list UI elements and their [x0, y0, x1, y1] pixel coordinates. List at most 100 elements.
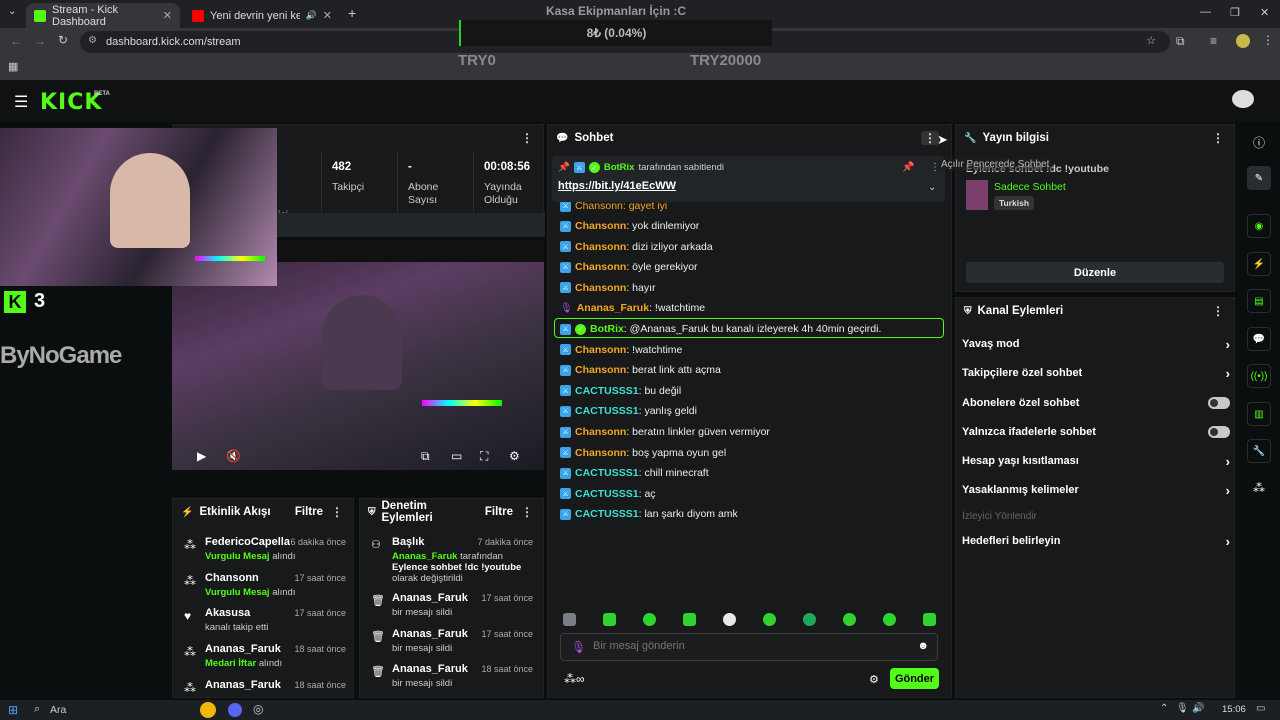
rail-bolt-icon[interactable]: ⚡: [1247, 252, 1271, 276]
chat-username[interactable]: Chansonn: [575, 364, 626, 376]
emote-icon[interactable]: [843, 613, 856, 626]
chat-username[interactable]: Chansonn: [575, 344, 626, 356]
tab-kick-dashboard[interactable]: Stream - Kick Dashboard ✕: [26, 3, 180, 28]
windows-start-icon[interactable]: ⊞: [8, 703, 18, 717]
chrome-taskbar-icon[interactable]: [200, 702, 216, 718]
chat-message[interactable]: ⚔ Chansonn: berat link attı açma: [560, 362, 721, 378]
speaker-icon[interactable]: 🔊: [306, 10, 317, 21]
chat-username[interactable]: Chansonn: [575, 426, 626, 438]
reload-icon[interactable]: ↻: [58, 33, 68, 47]
microphone-icon[interactable]: 🎙: [571, 640, 586, 654]
notification-icon[interactable]: ▭: [1256, 703, 1265, 714]
action-followers-only[interactable]: Takipçilere özel sohbet ›: [962, 364, 1230, 382]
rail-camera-icon[interactable]: ◉: [1247, 214, 1271, 238]
chat-message[interactable]: ⚔ Chansonn: boş yapma oyun gel: [560, 445, 726, 461]
chat-message[interactable]: ⚔ Chansonn: !watchtime: [560, 342, 682, 358]
chat-message[interactable]: ⚔ Chansonn: beratın linkler güven vermiyo…: [560, 424, 770, 440]
chat-input-box[interactable]: 🎙 ☻: [560, 633, 938, 661]
chat-message[interactable]: ⚔ CACTUSSS1: aç: [560, 486, 656, 502]
obs-taskbar-icon[interactable]: ◎: [253, 702, 263, 716]
chat-message[interactable]: ⚔ ✓ BotRix: @Ananas_Faruk bu kanalı izleye…: [560, 321, 881, 337]
chat-username[interactable]: Chansonn: [575, 261, 626, 273]
unpin-icon[interactable]: 📌: [902, 162, 914, 173]
emote-icon[interactable]: [923, 613, 936, 626]
video-settings-icon[interactable]: ⚙: [509, 449, 520, 463]
media-icon[interactable]: ≡: [1210, 34, 1217, 48]
chat-message-input[interactable]: [593, 640, 893, 652]
chat-username[interactable]: CACTUSSS1: [575, 508, 639, 520]
play-icon[interactable]: ▶: [197, 449, 206, 463]
close-icon[interactable]: ✕: [323, 9, 332, 22]
extensions-icon[interactable]: ⧉: [1176, 34, 1185, 49]
chat-message[interactable]: 🎙 Ananas_Faruk: !watchtime: [560, 300, 705, 316]
action-set-goals[interactable]: Hedefleri belirleyin ›: [962, 532, 1230, 550]
emote-icon[interactable]: [883, 613, 896, 626]
chat-username[interactable]: Chansonn: [575, 447, 626, 459]
send-button[interactable]: Gönder: [890, 668, 939, 689]
emoji-picker-icon[interactable]: ☻: [917, 640, 929, 652]
tray-mic-icon[interactable]: 🎙: [1176, 703, 1189, 714]
tray-volume-icon[interactable]: 🔊: [1192, 703, 1204, 714]
edit-stream-button[interactable]: Düzenle: [966, 262, 1224, 283]
more-options-icon[interactable]: ⋮: [521, 131, 533, 145]
emote-icon[interactable]: [683, 613, 696, 626]
chat-message[interactable]: ⚔ Chansonn: öyle gerekiyor: [560, 259, 698, 275]
more-options-icon[interactable]: ⋮: [1212, 304, 1224, 318]
category-name[interactable]: Sadece Sohbet: [994, 181, 1066, 193]
action-slow-mode[interactable]: Yavaş mod ›: [962, 335, 1230, 353]
emote-icon[interactable]: [803, 613, 816, 626]
emote-icon[interactable]: [763, 613, 776, 626]
maximize-icon[interactable]: ❐: [1230, 6, 1240, 19]
action-account-age[interactable]: Hesap yaşı kısıtlaması ›: [962, 452, 1230, 470]
more-options-icon[interactable]: ⋮: [1212, 131, 1224, 145]
emote-icon[interactable]: [563, 613, 576, 626]
pinned-link[interactable]: https://bit.ly/41eEcWW: [558, 180, 676, 192]
activity-filter-button[interactable]: Filtre: [295, 506, 323, 518]
chat-username[interactable]: CACTUSSS1: [575, 488, 639, 500]
chat-message[interactable]: ⚔ Chansonn: hayır: [560, 280, 656, 296]
chat-username[interactable]: Ananas_Faruk: [577, 302, 649, 314]
chat-message[interactable]: ⚔ CACTUSSS1: bu değil: [560, 383, 681, 399]
chat-username[interactable]: CACTUSSS1: [575, 467, 639, 479]
emote-icon[interactable]: [643, 613, 656, 626]
emote-icon[interactable]: [723, 613, 736, 626]
chat-username[interactable]: Chansonn: [575, 241, 626, 253]
chat-username[interactable]: CACTUSSS1: [575, 385, 639, 397]
browser-menu-icon[interactable]: ⋮: [1262, 33, 1274, 47]
chat-message[interactable]: ⚔ Chansonn: yok dinlemiyor: [560, 218, 699, 234]
tray-chevron-icon[interactable]: ⌃: [1160, 703, 1168, 714]
taskbar-search-label[interactable]: Ara: [50, 704, 66, 716]
profile-avatar[interactable]: [1236, 34, 1250, 48]
taskbar-search-icon[interactable]: ⌕: [34, 703, 40, 716]
tab-search-icon[interactable]: ⌄: [8, 6, 16, 17]
rail-broadcast-icon[interactable]: ((•)): [1247, 364, 1271, 388]
info-icon[interactable]: ⓘ: [1253, 134, 1265, 151]
back-icon[interactable]: ←: [10, 34, 22, 48]
discord-taskbar-icon[interactable]: [228, 703, 242, 717]
subscribers-only-toggle[interactable]: [1208, 397, 1230, 409]
close-window-icon[interactable]: ✕: [1260, 6, 1269, 19]
picture-in-picture-icon[interactable]: ⧉: [421, 449, 430, 464]
forward-icon[interactable]: →: [34, 34, 46, 48]
rail-layout-icon[interactable]: ▥: [1247, 402, 1271, 426]
chat-message[interactable]: ⚔ CACTUSSS1: chill minecraft: [560, 465, 709, 481]
pinned-message[interactable]: 📌 ⚔ ✓ BotRix tarafından sabitlendi https…: [552, 156, 945, 202]
more-options-icon[interactable]: ⋮: [331, 505, 343, 519]
chat-username[interactable]: Chansonn: [575, 220, 626, 232]
chat-settings-icon[interactable]: ⚙: [869, 673, 879, 686]
moderation-filter-button[interactable]: Filtre: [485, 506, 513, 518]
chevron-down-icon[interactable]: ⌄: [928, 182, 936, 193]
rail-wrench-icon[interactable]: 🔧: [1247, 439, 1271, 463]
theater-mode-icon[interactable]: ▭: [451, 449, 462, 463]
site-info-icon[interactable]: ⚙: [88, 35, 97, 46]
apps-grid-icon[interactable]: ▦: [8, 60, 18, 73]
bookmark-star-icon[interactable]: ☆: [1146, 34, 1156, 47]
tab-youtube[interactable]: Yeni devrin yeni kefilleri - Yo 🔊 ✕: [184, 3, 340, 28]
chat-message[interactable]: ⚔ CACTUSSS1: yanlış geldi: [560, 403, 697, 419]
user-avatar[interactable]: [1232, 90, 1254, 108]
chat-username[interactable]: CACTUSSS1: [575, 405, 639, 417]
emotes-only-toggle[interactable]: [1208, 426, 1230, 438]
chat-message[interactable]: ⚔ CACTUSSS1: lan şarkı diyom amk: [560, 506, 738, 522]
more-options-icon[interactable]: ⋮: [521, 505, 533, 519]
rail-users-icon[interactable]: ⁂: [1253, 481, 1265, 495]
